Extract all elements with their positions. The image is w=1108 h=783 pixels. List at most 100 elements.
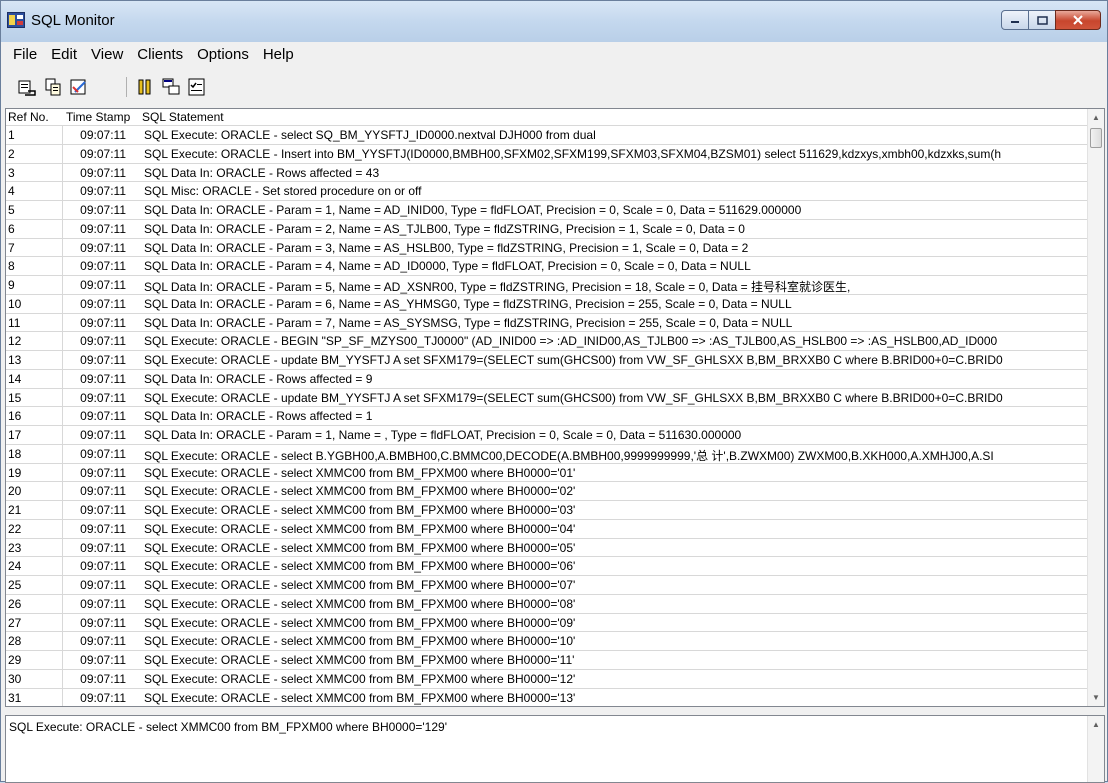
- row-ref-no: 7: [8, 240, 15, 255]
- table-row[interactable]: 20 09:07:11 SQL Execute: ORACLE - select X…: [6, 481, 1088, 500]
- row-ref-no: 22: [8, 521, 22, 536]
- scroll-up-arrow-icon[interactable]: ▲: [1088, 109, 1104, 126]
- table-row[interactable]: 7 09:07:11 SQL Data In: ORACLE - Param = 3…: [6, 237, 1088, 257]
- row-sql-statement: SQL Data In: ORACLE - Param = 6, Name = …: [144, 296, 792, 311]
- table-row[interactable]: 3 09:07:11 SQL Data In: ORACLE - Rows affe…: [6, 162, 1088, 182]
- table-row[interactable]: 9 09:07:11 SQL Data In: ORACLE - Param = 5…: [6, 275, 1088, 294]
- row-sql-statement: SQL Execute: ORACLE - select XMMC00 from…: [144, 634, 576, 649]
- menu-options[interactable]: Options: [190, 46, 256, 63]
- table-row[interactable]: 10 09:07:11 SQL Data In: ORACLE - Param = …: [6, 293, 1088, 313]
- pause-icon[interactable]: [135, 77, 155, 97]
- table-row[interactable]: 14 09:07:11 SQL Data In: ORACLE - Rows aff…: [6, 368, 1088, 388]
- table-row[interactable]: 21 09:07:11 SQL Execute: ORACLE - select X…: [6, 500, 1088, 519]
- column-ref-no[interactable]: Ref No.: [8, 110, 49, 124]
- row-time-stamp: 09:07:11: [80, 428, 126, 442]
- log-scrollbar[interactable]: ▲ ▼: [1087, 109, 1104, 706]
- maximize-button[interactable]: [1028, 10, 1056, 30]
- table-row[interactable]: 16 09:07:11 SQL Data In: ORACLE - Rows aff…: [6, 406, 1088, 425]
- copy-icon[interactable]: [43, 77, 63, 97]
- scroll-thumb[interactable]: [1090, 128, 1102, 148]
- row-ref-no: 26: [8, 596, 22, 611]
- row-time-stamp: 09:07:11: [80, 146, 126, 161]
- row-ref-no: 21: [8, 503, 22, 517]
- row-ref-no: 15: [8, 390, 22, 405]
- clear-icon[interactable]: [69, 77, 89, 97]
- table-row[interactable]: 6 09:07:11 SQL Data In: ORACLE - Param = 2…: [6, 218, 1088, 238]
- table-row[interactable]: 5 09:07:11 SQL Data In: ORACLE - Param = 1…: [6, 200, 1088, 219]
- sql-app-icon: [7, 12, 25, 28]
- maximize-icon: [1036, 15, 1048, 25]
- window-title: SQL Monitor: [31, 12, 115, 29]
- table-row[interactable]: 23 09:07:11 SQL Execute: ORACLE - select X…: [6, 537, 1088, 557]
- toolbar: [1, 67, 1107, 105]
- row-sql-statement: SQL Execute: ORACLE - select XMMC00 from…: [144, 615, 576, 630]
- trace-options-icon[interactable]: [187, 77, 207, 97]
- row-sql-statement: SQL Execute: ORACLE - select XMMC00 from…: [144, 521, 576, 536]
- table-row[interactable]: 26 09:07:11 SQL Execute: ORACLE - select X…: [6, 593, 1088, 613]
- row-sql-statement: SQL Data In: ORACLE - Param = 4, Name = …: [144, 259, 751, 274]
- clients-icon[interactable]: [161, 77, 181, 97]
- row-sql-statement: SQL Data In: ORACLE - Param = 5, Name = …: [144, 280, 851, 294]
- table-row[interactable]: 8 09:07:11 SQL Data In: ORACLE - Param = 4…: [6, 256, 1088, 275]
- row-ref-no: 30: [8, 671, 22, 686]
- toolbar-separator: [126, 77, 127, 97]
- table-row[interactable]: 29 09:07:11 SQL Execute: ORACLE - select X…: [6, 650, 1088, 669]
- table-row[interactable]: 19 09:07:11 SQL Execute: ORACLE - select X…: [6, 462, 1088, 482]
- table-row[interactable]: 17 09:07:11 SQL Data In: ORACLE - Param = …: [6, 425, 1088, 444]
- row-time-stamp: 09:07:11: [80, 278, 126, 292]
- table-row[interactable]: 18 09:07:11 SQL Execute: ORACLE - select B…: [6, 443, 1088, 463]
- row-time-stamp: 09:07:11: [80, 615, 126, 630]
- detail-scrollbar[interactable]: ▲: [1087, 716, 1104, 782]
- row-ref-no: 28: [8, 634, 22, 649]
- row-ref-no: 31: [8, 690, 22, 705]
- close-icon: [1073, 15, 1083, 25]
- table-row[interactable]: 12 09:07:11 SQL Execute: ORACLE - BEGIN "S…: [6, 331, 1088, 350]
- save-log-icon[interactable]: [17, 77, 37, 97]
- menu-help[interactable]: Help: [256, 46, 301, 63]
- menu-view[interactable]: View: [84, 46, 130, 63]
- table-row[interactable]: 2 09:07:11 SQL Execute: ORACLE - Insert in…: [6, 143, 1088, 163]
- menu-file[interactable]: File: [6, 46, 44, 63]
- row-sql-statement: SQL Execute: ORACLE - select XMMC00 from…: [144, 503, 576, 517]
- table-row[interactable]: 31 09:07:11 SQL Execute: ORACLE - select X…: [6, 687, 1088, 707]
- table-row[interactable]: 11 09:07:11 SQL Data In: ORACLE - Param = …: [6, 312, 1088, 332]
- minimize-button[interactable]: [1001, 10, 1029, 30]
- row-time-stamp: 09:07:11: [80, 390, 126, 405]
- row-sql-statement: SQL Data In: ORACLE - Param = 2, Name = …: [144, 221, 745, 236]
- column-sql-statement[interactable]: SQL Statement: [142, 110, 224, 124]
- window-controls: [1001, 10, 1101, 30]
- row-sql-statement: SQL Execute: ORACLE - update BM_YYSFTJ A…: [144, 390, 1003, 405]
- row-ref-no: 16: [8, 409, 22, 424]
- table-row[interactable]: 30 09:07:11 SQL Execute: ORACLE - select X…: [6, 668, 1088, 688]
- scroll-up-arrow-icon[interactable]: ▲: [1088, 716, 1104, 733]
- row-sql-statement: SQL Execute: ORACLE - select XMMC00 from…: [144, 690, 576, 705]
- statement-detail-text: SQL Execute: ORACLE - select XMMC00 from…: [9, 720, 447, 734]
- statement-detail-pane[interactable]: SQL Execute: ORACLE - select XMMC00 from…: [5, 715, 1105, 783]
- table-row[interactable]: 24 09:07:11 SQL Execute: ORACLE - select X…: [6, 556, 1088, 575]
- table-row[interactable]: 4 09:07:11 SQL Misc: ORACLE - Set stored p…: [6, 181, 1088, 200]
- table-row[interactable]: 28 09:07:11 SQL Execute: ORACLE - select X…: [6, 631, 1088, 650]
- row-time-stamp: 09:07:11: [80, 165, 126, 180]
- row-time-stamp: 09:07:11: [80, 128, 126, 142]
- close-button[interactable]: [1055, 10, 1101, 30]
- row-ref-no: 14: [8, 371, 22, 386]
- table-row[interactable]: 15 09:07:11 SQL Execute: ORACLE - update B…: [6, 387, 1088, 407]
- row-time-stamp: 09:07:11: [80, 334, 126, 349]
- menu-clients[interactable]: Clients: [130, 46, 190, 63]
- table-row[interactable]: 13 09:07:11 SQL Execute: ORACLE - update B…: [6, 350, 1088, 369]
- row-time-stamp: 09:07:11: [80, 446, 126, 461]
- row-ref-no: 27: [8, 615, 22, 630]
- row-time-stamp: 09:07:11: [80, 671, 126, 686]
- column-time-stamp[interactable]: Time Stamp: [66, 110, 130, 124]
- table-row[interactable]: 1 09:07:11 SQL Execute: ORACLE - select SQ…: [6, 125, 1088, 144]
- row-time-stamp: 09:07:11: [80, 353, 126, 367]
- sql-log-list[interactable]: Ref No. Time Stamp SQL Statement 1 09:07:…: [5, 108, 1105, 707]
- table-row[interactable]: 27 09:07:11 SQL Execute: ORACLE - select X…: [6, 612, 1088, 632]
- row-sql-statement: SQL Execute: ORACLE - update BM_YYSFTJ A…: [144, 353, 1003, 367]
- menu-edit[interactable]: Edit: [44, 46, 84, 63]
- title-bar[interactable]: SQL Monitor: [1, 1, 1107, 42]
- row-time-stamp: 09:07:11: [80, 540, 126, 555]
- table-row[interactable]: 22 09:07:11 SQL Execute: ORACLE - select X…: [6, 518, 1088, 538]
- table-row[interactable]: 25 09:07:11 SQL Execute: ORACLE - select X…: [6, 575, 1088, 594]
- scroll-down-arrow-icon[interactable]: ▼: [1088, 689, 1104, 706]
